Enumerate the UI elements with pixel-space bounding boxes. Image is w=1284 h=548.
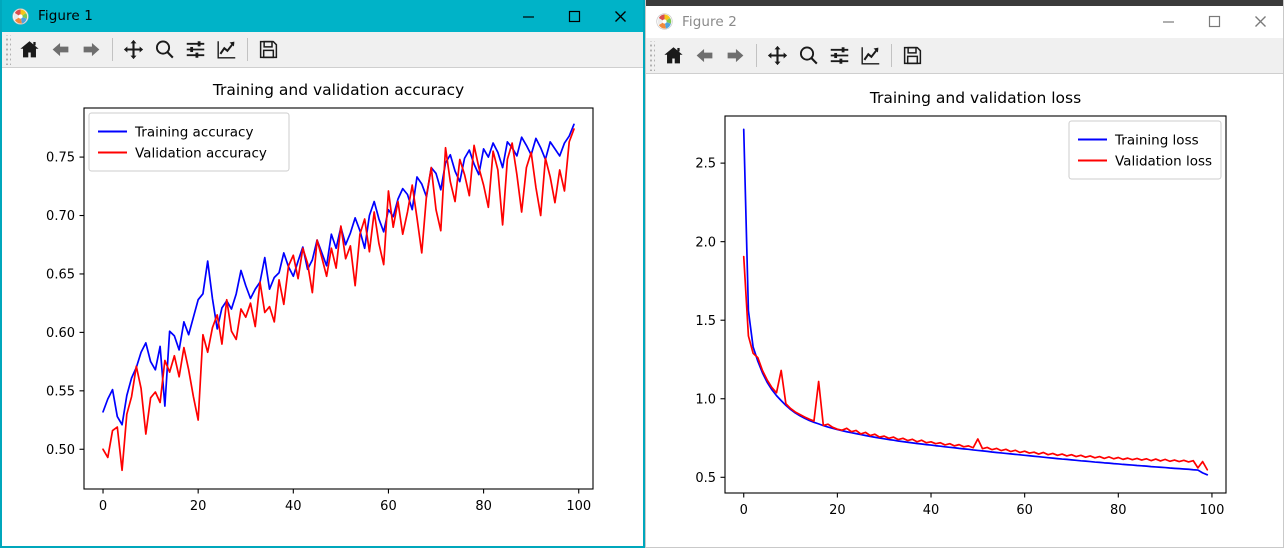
figure-1-titlebar[interactable]: Figure 1 (2, 0, 643, 32)
figure-2-title: Figure 2 (682, 13, 737, 30)
back-arrow-icon[interactable] (45, 34, 76, 65)
legend-label: Validation loss (1115, 153, 1212, 169)
chart-title: Training and validation loss (869, 89, 1081, 107)
x-tick-label: 40 (285, 499, 302, 514)
save-floppy-icon[interactable] (253, 34, 284, 65)
x-tick-label: 100 (1200, 503, 1225, 518)
legend-label: Training accuracy (134, 124, 253, 140)
y-tick-label: 0.70 (46, 209, 75, 224)
figure-1-canvas[interactable]: Training and validation accuracy 0.50 0.55… (2, 68, 643, 546)
chart-title: Training and validation accuracy (212, 81, 464, 99)
figure-2-window[interactable]: Figure 2 Training and validation loss 0.… (645, 0, 1284, 548)
x-tick-label: 60 (1016, 503, 1033, 518)
x-tick-label: 0 (740, 503, 748, 518)
chart-legend: Training loss Validation loss (1068, 120, 1222, 180)
matplotlib-logo-icon (12, 7, 29, 25)
series-line (742, 128, 1209, 476)
zoom-magnifier-icon[interactable] (149, 34, 180, 65)
home-icon[interactable] (14, 34, 45, 65)
maximize-button[interactable] (1191, 6, 1237, 38)
close-button[interactable] (1237, 6, 1283, 38)
y-tick-label: 1.5 (695, 314, 716, 329)
toolbar-separator (891, 44, 892, 67)
y-tick-label: 1.0 (695, 392, 716, 407)
x-tick-label: 60 (380, 499, 397, 514)
y-tick-label: 2.5 (695, 157, 716, 172)
y-tick-label: 0.55 (46, 384, 75, 399)
matplotlib-logo-icon (656, 13, 673, 30)
subplot-sliders-icon[interactable] (180, 34, 211, 65)
edit-curve-icon[interactable] (211, 34, 242, 65)
home-icon[interactable] (658, 40, 689, 71)
y-tick-label: 0.75 (46, 151, 75, 166)
series-line (742, 255, 1209, 471)
zoom-magnifier-icon[interactable] (793, 40, 824, 71)
pan-move-icon[interactable] (118, 34, 149, 65)
y-tick-label: 0.65 (46, 268, 75, 283)
forward-arrow-icon[interactable] (720, 40, 751, 71)
y-tick-label: 0.5 (695, 471, 716, 486)
accuracy-chart: Training and validation accuracy 0.50 0.55… (46, 81, 594, 514)
minimize-button[interactable] (505, 0, 551, 32)
x-tick-label: 0 (99, 499, 107, 514)
forward-arrow-icon[interactable] (76, 34, 107, 65)
y-tick-label: 0.60 (46, 326, 75, 341)
loss-chart: Training and validation loss 0.5 1.0 1.5 2.0… (695, 89, 1227, 518)
toolbar-separator (247, 38, 248, 61)
desktop-root: Figure 1 Training and validation accurac… (0, 0, 1284, 548)
x-tick-label: 20 (829, 503, 846, 518)
x-tick-label: 80 (475, 499, 492, 514)
figure-2-toolbar[interactable] (646, 38, 1283, 74)
minimize-button[interactable] (1145, 6, 1191, 38)
figure-2-canvas[interactable]: Training and validation loss 0.5 1.0 1.5 2.0… (646, 74, 1283, 546)
x-tick-label: 100 (566, 499, 591, 514)
save-floppy-icon[interactable] (897, 40, 928, 71)
series-line (102, 128, 575, 472)
toolbar-separator (112, 38, 113, 61)
toolbar-separator (756, 44, 757, 67)
back-arrow-icon[interactable] (689, 40, 720, 71)
toolbar-grip[interactable] (648, 40, 655, 71)
subplot-sliders-icon[interactable] (824, 40, 855, 71)
x-tick-label: 80 (1110, 503, 1127, 518)
pan-move-icon[interactable] (762, 40, 793, 71)
maximize-button[interactable] (551, 0, 597, 32)
y-tick-label: 2.0 (695, 235, 716, 250)
chart-legend: Training accuracy Validation accuracy (88, 112, 290, 172)
legend-label: Training loss (1114, 132, 1199, 148)
edit-curve-icon[interactable] (855, 40, 886, 71)
x-tick-label: 40 (923, 503, 940, 518)
legend-label: Validation accuracy (135, 145, 267, 161)
close-button[interactable] (597, 0, 643, 32)
y-tick-label: 0.50 (46, 443, 75, 458)
figure-1-window[interactable]: Figure 1 Training and validation accurac… (0, 0, 645, 548)
x-tick-label: 20 (190, 499, 207, 514)
figure-2-titlebar[interactable]: Figure 2 (646, 6, 1283, 38)
figure-1-title: Figure 1 (38, 8, 93, 24)
toolbar-grip[interactable] (4, 34, 11, 65)
figure-1-toolbar[interactable] (2, 32, 643, 68)
